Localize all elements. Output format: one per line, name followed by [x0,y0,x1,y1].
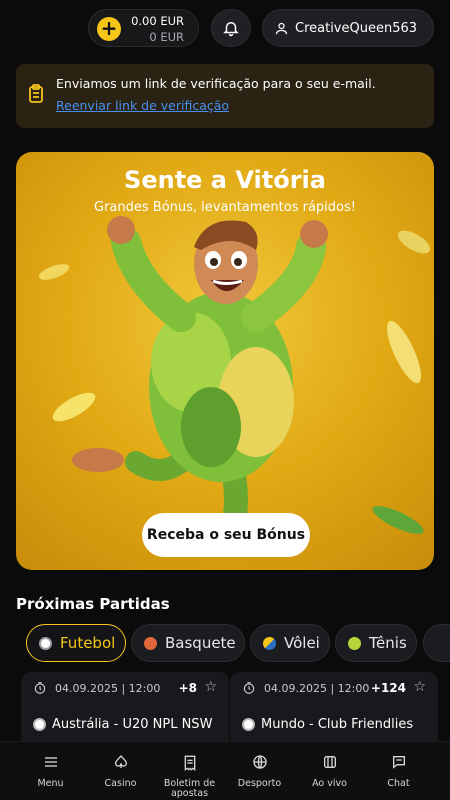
bell-icon [223,22,239,37]
chip-tenis[interactable]: Tênis [335,624,417,662]
promo-banner[interactable]: Sente a Vitória Grandes Bónus, levantame… [16,152,434,570]
nav-label: Menu [37,778,64,789]
nav-label: Boletim de apostas [163,778,216,799]
chip-more[interactable] [423,624,450,662]
nav-label: Casino [104,778,137,789]
chip-label: Tênis [369,634,407,652]
market-count: +8 [178,681,197,695]
casino-icon [114,754,127,768]
balance-button[interactable]: + 0.00 EUR 0 EUR [88,9,199,47]
chip-futebol[interactable]: Futebol [26,624,126,662]
match-card[interactable]: 04.09.2025 | 12:00 +124 ☆ Mundo - Club F… [230,672,438,752]
match-league: Mundo - Club Friendlies [261,717,414,732]
nav-item-chat[interactable]: Chat [361,742,436,800]
nav-label: Chat [387,778,410,789]
nav-item-desporto[interactable]: Desporto [222,742,297,800]
live-icon [323,756,336,768]
menu-icon [44,757,57,767]
verification-notice: Enviamos um link de verificação para o s… [16,64,434,128]
chip-basquete[interactable]: Basquete [131,624,245,662]
section-title-upcoming: Próximas Partidas [16,595,170,613]
notifications-button[interactable] [211,9,251,47]
claim-bonus-button[interactable]: Receba o seu Bónus [142,513,310,557]
soccer-ball-icon [33,718,46,731]
nav-item-menu[interactable]: Menu [13,742,88,800]
clipboard-icon [29,84,43,103]
nav-label: Desporto [237,778,282,789]
match-date: 04.09.2025 | 12:00 [264,682,370,695]
nav-label: Ao vivo [312,778,347,789]
clock-icon [34,682,46,694]
user-profile-button[interactable]: CreativeQueen563 [262,9,434,47]
resend-verification-link[interactable]: Reenviar link de verificação [56,98,229,113]
notice-message: Enviamos um link de verificação para o s… [56,76,376,91]
chat-icon [392,756,405,769]
chip-label: Futebol [60,634,116,652]
plus-icon[interactable]: + [97,17,121,41]
bottom-nav: Menu Casino Boletim de apostas Desporto … [0,741,450,800]
banner-title: Sente a Vitória [124,166,326,194]
clock-icon [243,682,255,694]
soccer-ball-icon [39,636,52,650]
balance-main: 0.00 EUR [131,14,184,28]
sports-ball-icon [252,755,267,769]
chip-volei[interactable]: Vôlei [250,624,330,662]
nav-item-ao-vivo[interactable]: Ao vivo [292,742,367,800]
top-bar: + 0.00 EUR 0 EUR CreativeQueen563 [0,0,450,58]
match-league: Austrália - U20 NPL NSW [52,717,213,732]
nav-item-betslip[interactable]: Boletim de apostas [152,742,227,800]
tennis-ball-icon [348,636,361,650]
betslip-icon [184,755,195,771]
soccer-ball-icon [242,718,255,731]
favorite-star-icon[interactable]: ☆ [204,679,217,695]
basketball-icon [144,636,157,650]
sport-filter-chips: Futebol Basquete Vôlei Tênis [26,624,450,662]
chip-label: Vôlei [284,634,320,652]
favorite-star-icon[interactable]: ☆ [413,679,426,695]
balance-bonus: 0 EUR [149,30,184,44]
chip-label: Basquete [165,634,236,652]
banner-subtitle: Grandes Bónus, levantamentos rápidos! [94,200,356,215]
user-icon [275,22,288,34]
market-count: +124 [370,681,406,695]
volleyball-icon [263,636,276,650]
match-date: 04.09.2025 | 12:00 [55,682,161,695]
username: CreativeQueen563 [295,20,418,36]
match-card[interactable]: 04.09.2025 | 12:00 +8 ☆ Austrália - U20 … [21,672,229,752]
nav-item-casino[interactable]: Casino [83,742,158,800]
